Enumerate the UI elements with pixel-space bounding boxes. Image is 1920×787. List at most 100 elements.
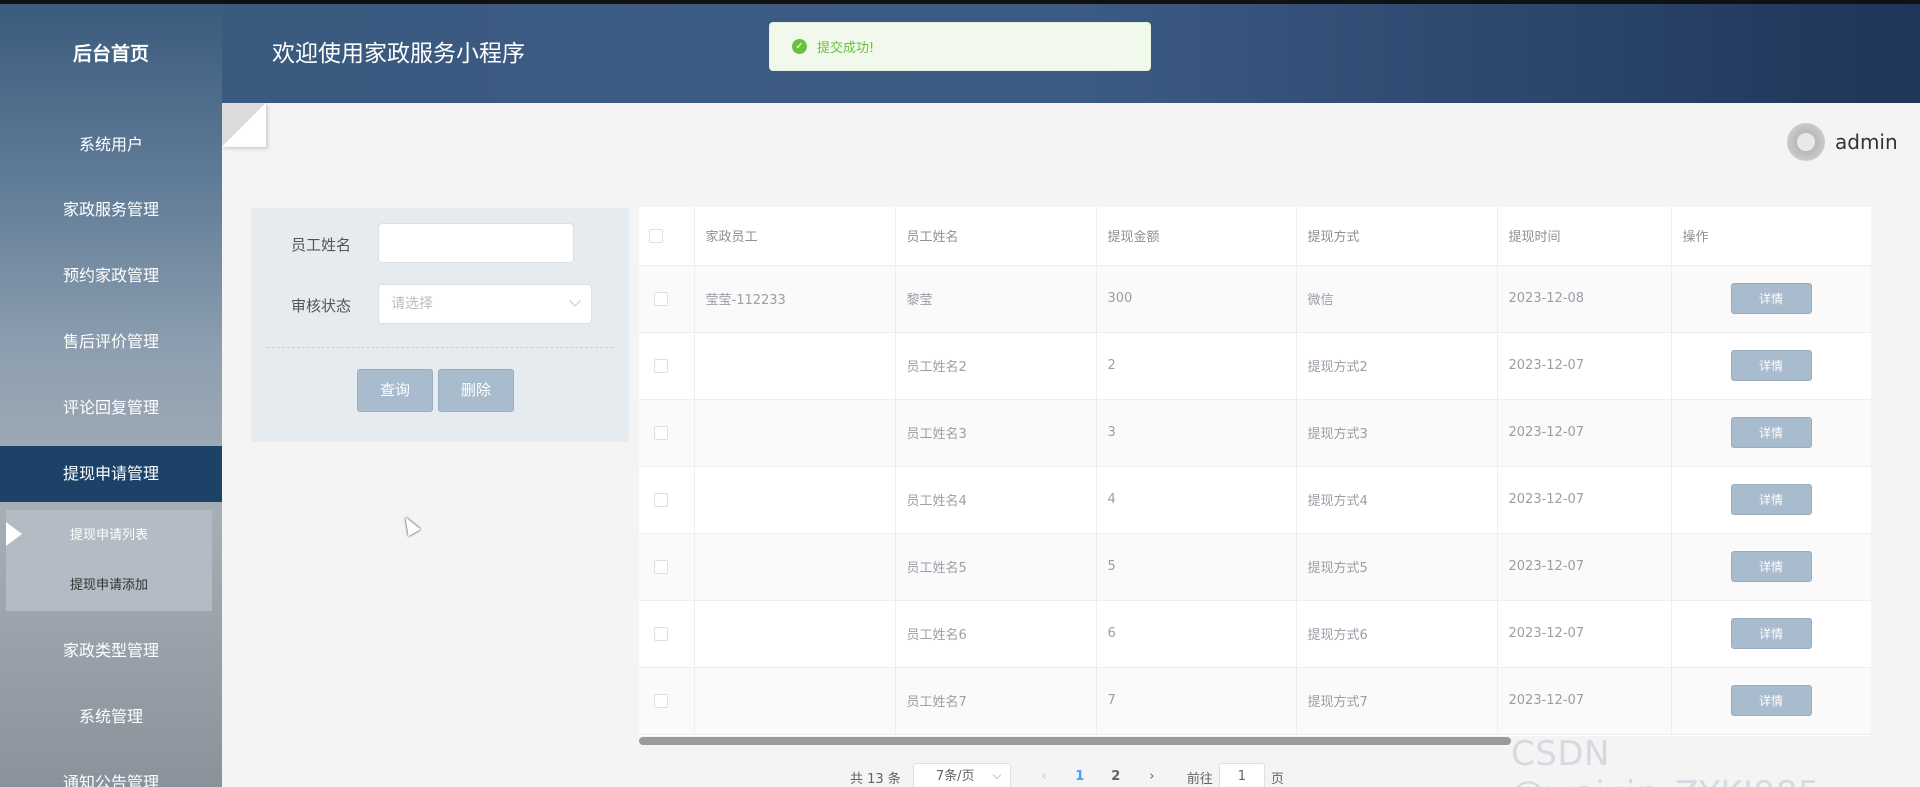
avatar[interactable] (1787, 123, 1825, 161)
row-checkbox[interactable] (654, 492, 668, 507)
mouse-cursor-icon (399, 513, 421, 537)
cell-amount: 6 (1096, 600, 1297, 668)
goto-label: 前往 (1186, 771, 1213, 787)
cell-staff (694, 466, 896, 534)
row-checkbox[interactable] (654, 358, 668, 373)
success-toast: ✓ 提交成功! (769, 22, 1151, 71)
column-header[interactable]: 家政员工 (694, 207, 896, 266)
cell-name: 员工姓名4 (895, 466, 1097, 534)
cell-name: 员工姓名2 (895, 332, 1097, 400)
cell-staff (694, 533, 896, 601)
horizontal-scrollbar[interactable] (639, 737, 1511, 745)
page-size-select[interactable]: 7条/页 (912, 763, 1011, 787)
goto-page-input[interactable]: 1 (1218, 763, 1265, 787)
select-all-checkbox[interactable] (649, 228, 663, 243)
detail-button[interactable]: 详情 (1730, 484, 1812, 515)
chevron-down-icon (992, 770, 1002, 780)
detail-button[interactable]: 详情 (1730, 417, 1812, 448)
page-button-1[interactable]: 1 (1064, 763, 1095, 787)
row-checkbox[interactable] (654, 693, 668, 708)
cell-method: 提现方式2 (1296, 332, 1498, 400)
query-button[interactable]: 查询 (357, 369, 433, 412)
top-edge (0, 0, 1920, 4)
cell-staff (694, 600, 896, 668)
sidebar-item-withdrawal[interactable]: 提现申请管理 (0, 446, 222, 502)
cell-time: 2023-12-07 (1497, 399, 1672, 467)
toast-message: 提交成功! (817, 41, 875, 56)
cell-name: 员工姓名5 (895, 533, 1097, 601)
withdrawal-submenu: 提现申请列表 提现申请添加 (6, 510, 212, 611)
sidebar-item-notices[interactable]: 通知公告管理 (0, 755, 222, 787)
cell-amount: 3 (1096, 399, 1297, 467)
search-panel: 员工姓名 审核状态 请选择 查询 删除 (251, 208, 629, 442)
page-button-2[interactable]: 2 (1100, 763, 1131, 787)
data-table: 家政员工 员工姓名 提现金额 提现方式 提现时间 操作 莹莹-112233 黎莹… (639, 207, 1871, 736)
sidebar-item-system-users[interactable]: 系统用户 (0, 117, 222, 173)
detail-button[interactable]: 详情 (1730, 685, 1812, 716)
page-size-value: 7条/页 (935, 769, 975, 784)
sidebar: 后台首页 系统用户 家政服务管理 预约家政管理 售后评价管理 评论回复管理 提现… (0, 0, 222, 787)
cell-amount: 5 (1096, 533, 1297, 601)
cell-time: 2023-12-07 (1497, 533, 1672, 601)
detail-button[interactable]: 详情 (1730, 551, 1812, 582)
cell-time: 2023-12-07 (1497, 332, 1672, 400)
cell-name: 员工姓名3 (895, 399, 1097, 467)
detail-button[interactable]: 详情 (1730, 618, 1812, 649)
sidebar-item-reviews[interactable]: 售后评价管理 (0, 314, 222, 370)
sidebar-item-replies[interactable]: 评论回复管理 (0, 380, 222, 436)
sidebar-item-service-type[interactable]: 家政类型管理 (0, 623, 222, 679)
row-checkbox[interactable] (654, 559, 668, 574)
page-title: 欢迎使用家政服务小程序 (272, 41, 525, 67)
cell-staff (694, 332, 896, 400)
table-row: 员工姓名4 4 提现方式4 2023-12-07 详情 (639, 466, 1871, 534)
next-page-button[interactable]: › (1136, 763, 1167, 787)
goto-unit: 页 (1270, 771, 1284, 787)
user-name[interactable]: admin (1835, 130, 1898, 154)
cell-name: 员工姓名6 (895, 600, 1097, 668)
name-input[interactable] (378, 223, 574, 263)
cell-method: 提现方式3 (1296, 399, 1498, 467)
sidebar-item-booking[interactable]: 预约家政管理 (0, 248, 222, 304)
fold-corner-icon[interactable] (222, 103, 266, 147)
cell-time: 2023-12-08 (1497, 265, 1672, 333)
detail-button[interactable]: 详情 (1730, 283, 1812, 314)
status-select[interactable]: 请选择 (378, 284, 592, 324)
table-row: 员工姓名2 2 提现方式2 2023-12-07 详情 (639, 332, 1871, 400)
column-header[interactable]: 提现时间 (1497, 207, 1672, 266)
cell-amount: 4 (1096, 466, 1297, 534)
status-placeholder: 请选择 (391, 296, 433, 312)
cell-time: 2023-12-07 (1497, 600, 1672, 668)
watermark: CSDN @weixin_ZYKJ985 (1511, 734, 1820, 787)
check-circle-icon: ✓ (792, 39, 807, 54)
delete-button[interactable]: 删除 (438, 369, 514, 412)
user-menu[interactable]: admin (1787, 122, 1898, 162)
row-checkbox[interactable] (654, 626, 668, 641)
row-checkbox[interactable] (654, 291, 668, 306)
table-row: 员工姓名7 7 提现方式7 2023-12-07 详情 (639, 667, 1871, 735)
cell-staff (694, 399, 896, 467)
cell-method: 提现方式5 (1296, 533, 1498, 601)
column-header[interactable]: 提现方式 (1296, 207, 1498, 266)
column-header[interactable]: 提现金额 (1096, 207, 1297, 266)
cell-time: 2023-12-07 (1497, 667, 1672, 735)
total-count: 共 13 条 (850, 771, 901, 787)
sidebar-title[interactable]: 后台首页 (0, 0, 222, 105)
column-header[interactable]: 员工姓名 (895, 207, 1097, 266)
column-header: 操作 (1671, 207, 1871, 266)
cell-name: 黎莹 (895, 265, 1097, 333)
cell-staff (694, 667, 896, 735)
sidebar-item-system[interactable]: 系统管理 (0, 689, 222, 745)
detail-button[interactable]: 详情 (1730, 350, 1812, 381)
cell-amount: 2 (1096, 332, 1297, 400)
table-row: 员工姓名3 3 提现方式3 2023-12-07 详情 (639, 399, 1871, 467)
submenu-item-withdrawal-add[interactable]: 提现申请添加 (6, 562, 212, 610)
status-label: 审核状态 (290, 297, 351, 315)
cell-method: 提现方式7 (1296, 667, 1498, 735)
prev-page-button[interactable]: ‹ (1028, 763, 1059, 787)
divider (267, 347, 613, 348)
cell-staff: 莹莹-112233 (694, 265, 896, 333)
cell-method: 提现方式4 (1296, 466, 1498, 534)
sidebar-item-service[interactable]: 家政服务管理 (0, 182, 222, 238)
row-checkbox[interactable] (654, 425, 668, 440)
submenu-item-withdrawal-list[interactable]: 提现申请列表 (6, 512, 212, 560)
